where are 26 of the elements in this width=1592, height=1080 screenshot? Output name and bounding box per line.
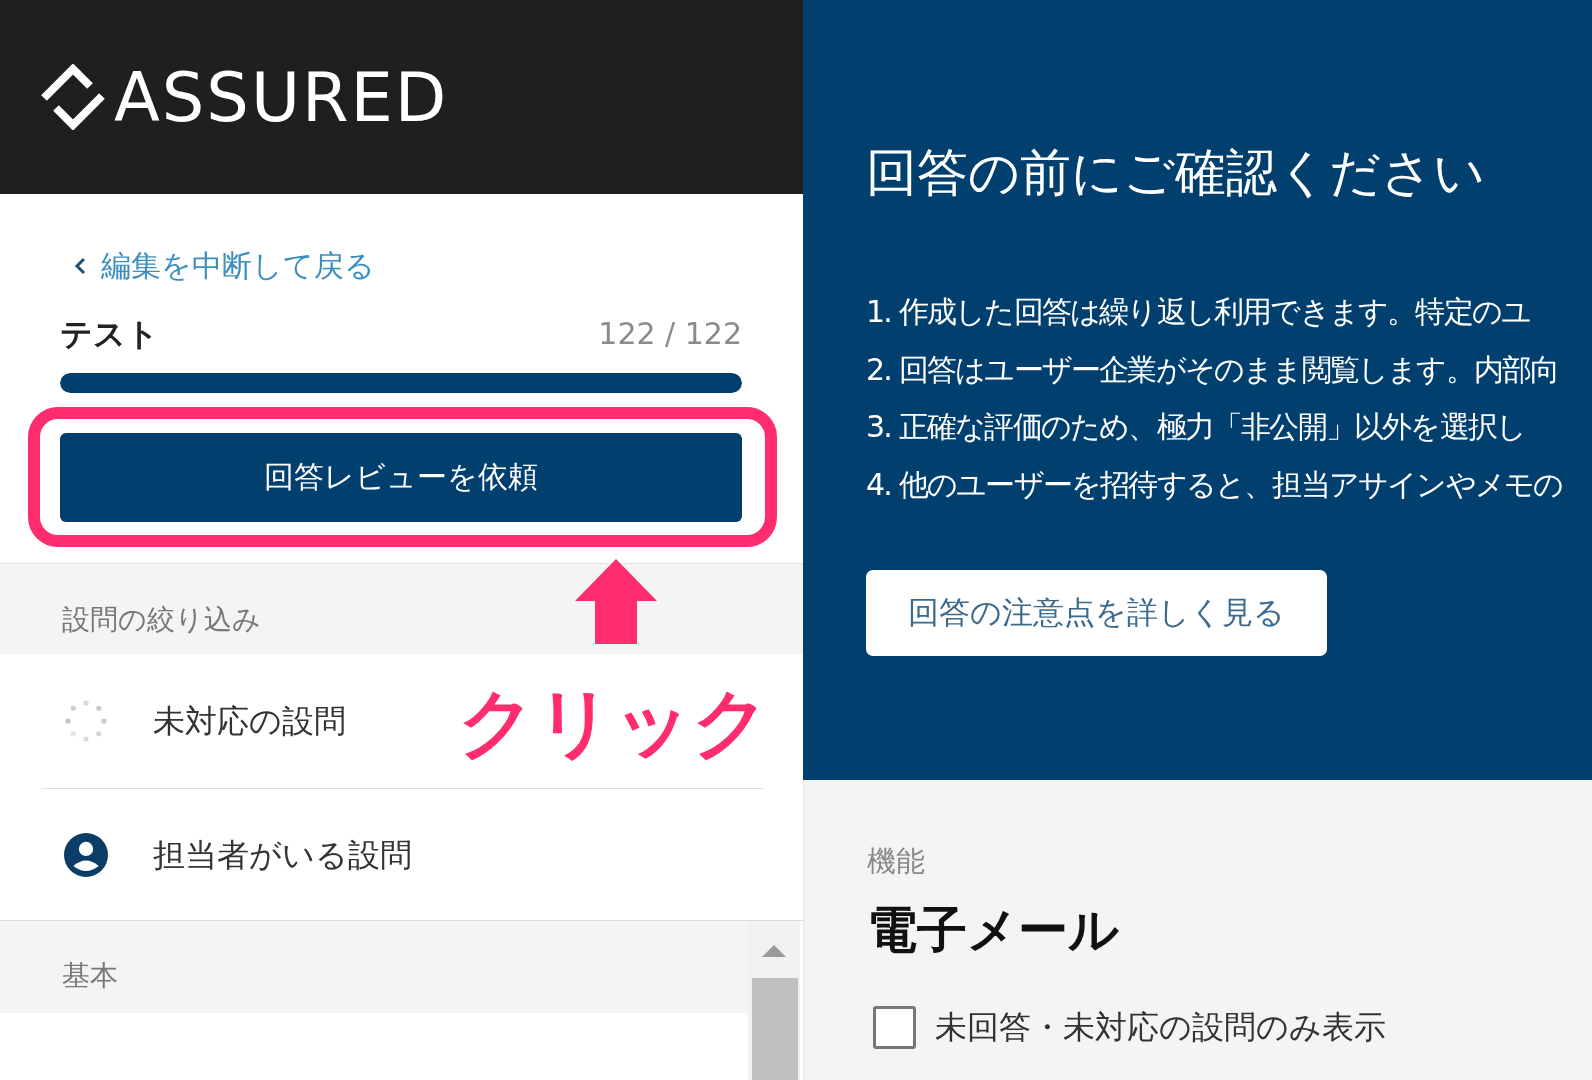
filter-item[interactable]: 担当者がいる設問 bbox=[41, 789, 763, 920]
category-heading: 基本 bbox=[0, 921, 748, 1013]
page-title: 電子メール bbox=[867, 900, 1119, 960]
logo-text: ASSURED bbox=[114, 64, 449, 132]
checkbox-label[interactable]: 未回答・未対応の設問のみ表示 bbox=[935, 1005, 1386, 1049]
checkbox[interactable] bbox=[873, 1005, 916, 1049]
review-request-button[interactable]: 回答レビューを依頼 bbox=[60, 433, 742, 522]
notice-item: 3. 正確な評価のため、極力「非公開」以外を選択し bbox=[866, 408, 1526, 446]
dotted-circle-icon bbox=[64, 699, 108, 743]
progress-count: 122 / 122 bbox=[598, 315, 742, 353]
category-label: 機能 bbox=[867, 843, 925, 880]
logo-icon bbox=[40, 64, 106, 130]
notice-item: 4. 他のユーザーを招待すると、担当アサインやメモの bbox=[866, 465, 1563, 504]
scrollbar-thumb[interactable] bbox=[752, 978, 798, 1080]
scrollbar[interactable] bbox=[748, 921, 800, 1080]
back-link[interactable]: 編集を中断して戻る bbox=[74, 246, 375, 286]
notice-title: 回答の前にご確認ください bbox=[866, 143, 1485, 203]
up-arrow-icon bbox=[575, 559, 657, 644]
questionnaire-title: テスト bbox=[60, 314, 159, 354]
notice-item: 1. 作成した回答は繰り返し利用できます。特定のユ bbox=[866, 293, 1531, 331]
details-button[interactable]: 回答の注意点を詳しく見る bbox=[866, 570, 1327, 656]
scroll-up-icon bbox=[762, 945, 786, 957]
user-icon bbox=[64, 832, 108, 877]
chevron-left-icon bbox=[74, 257, 86, 275]
filter-heading: 設問の絞り込み bbox=[0, 563, 803, 654]
notice-item: 2. 回答はユーザー企業がそのまま閲覧します。内部向 bbox=[866, 350, 1559, 389]
